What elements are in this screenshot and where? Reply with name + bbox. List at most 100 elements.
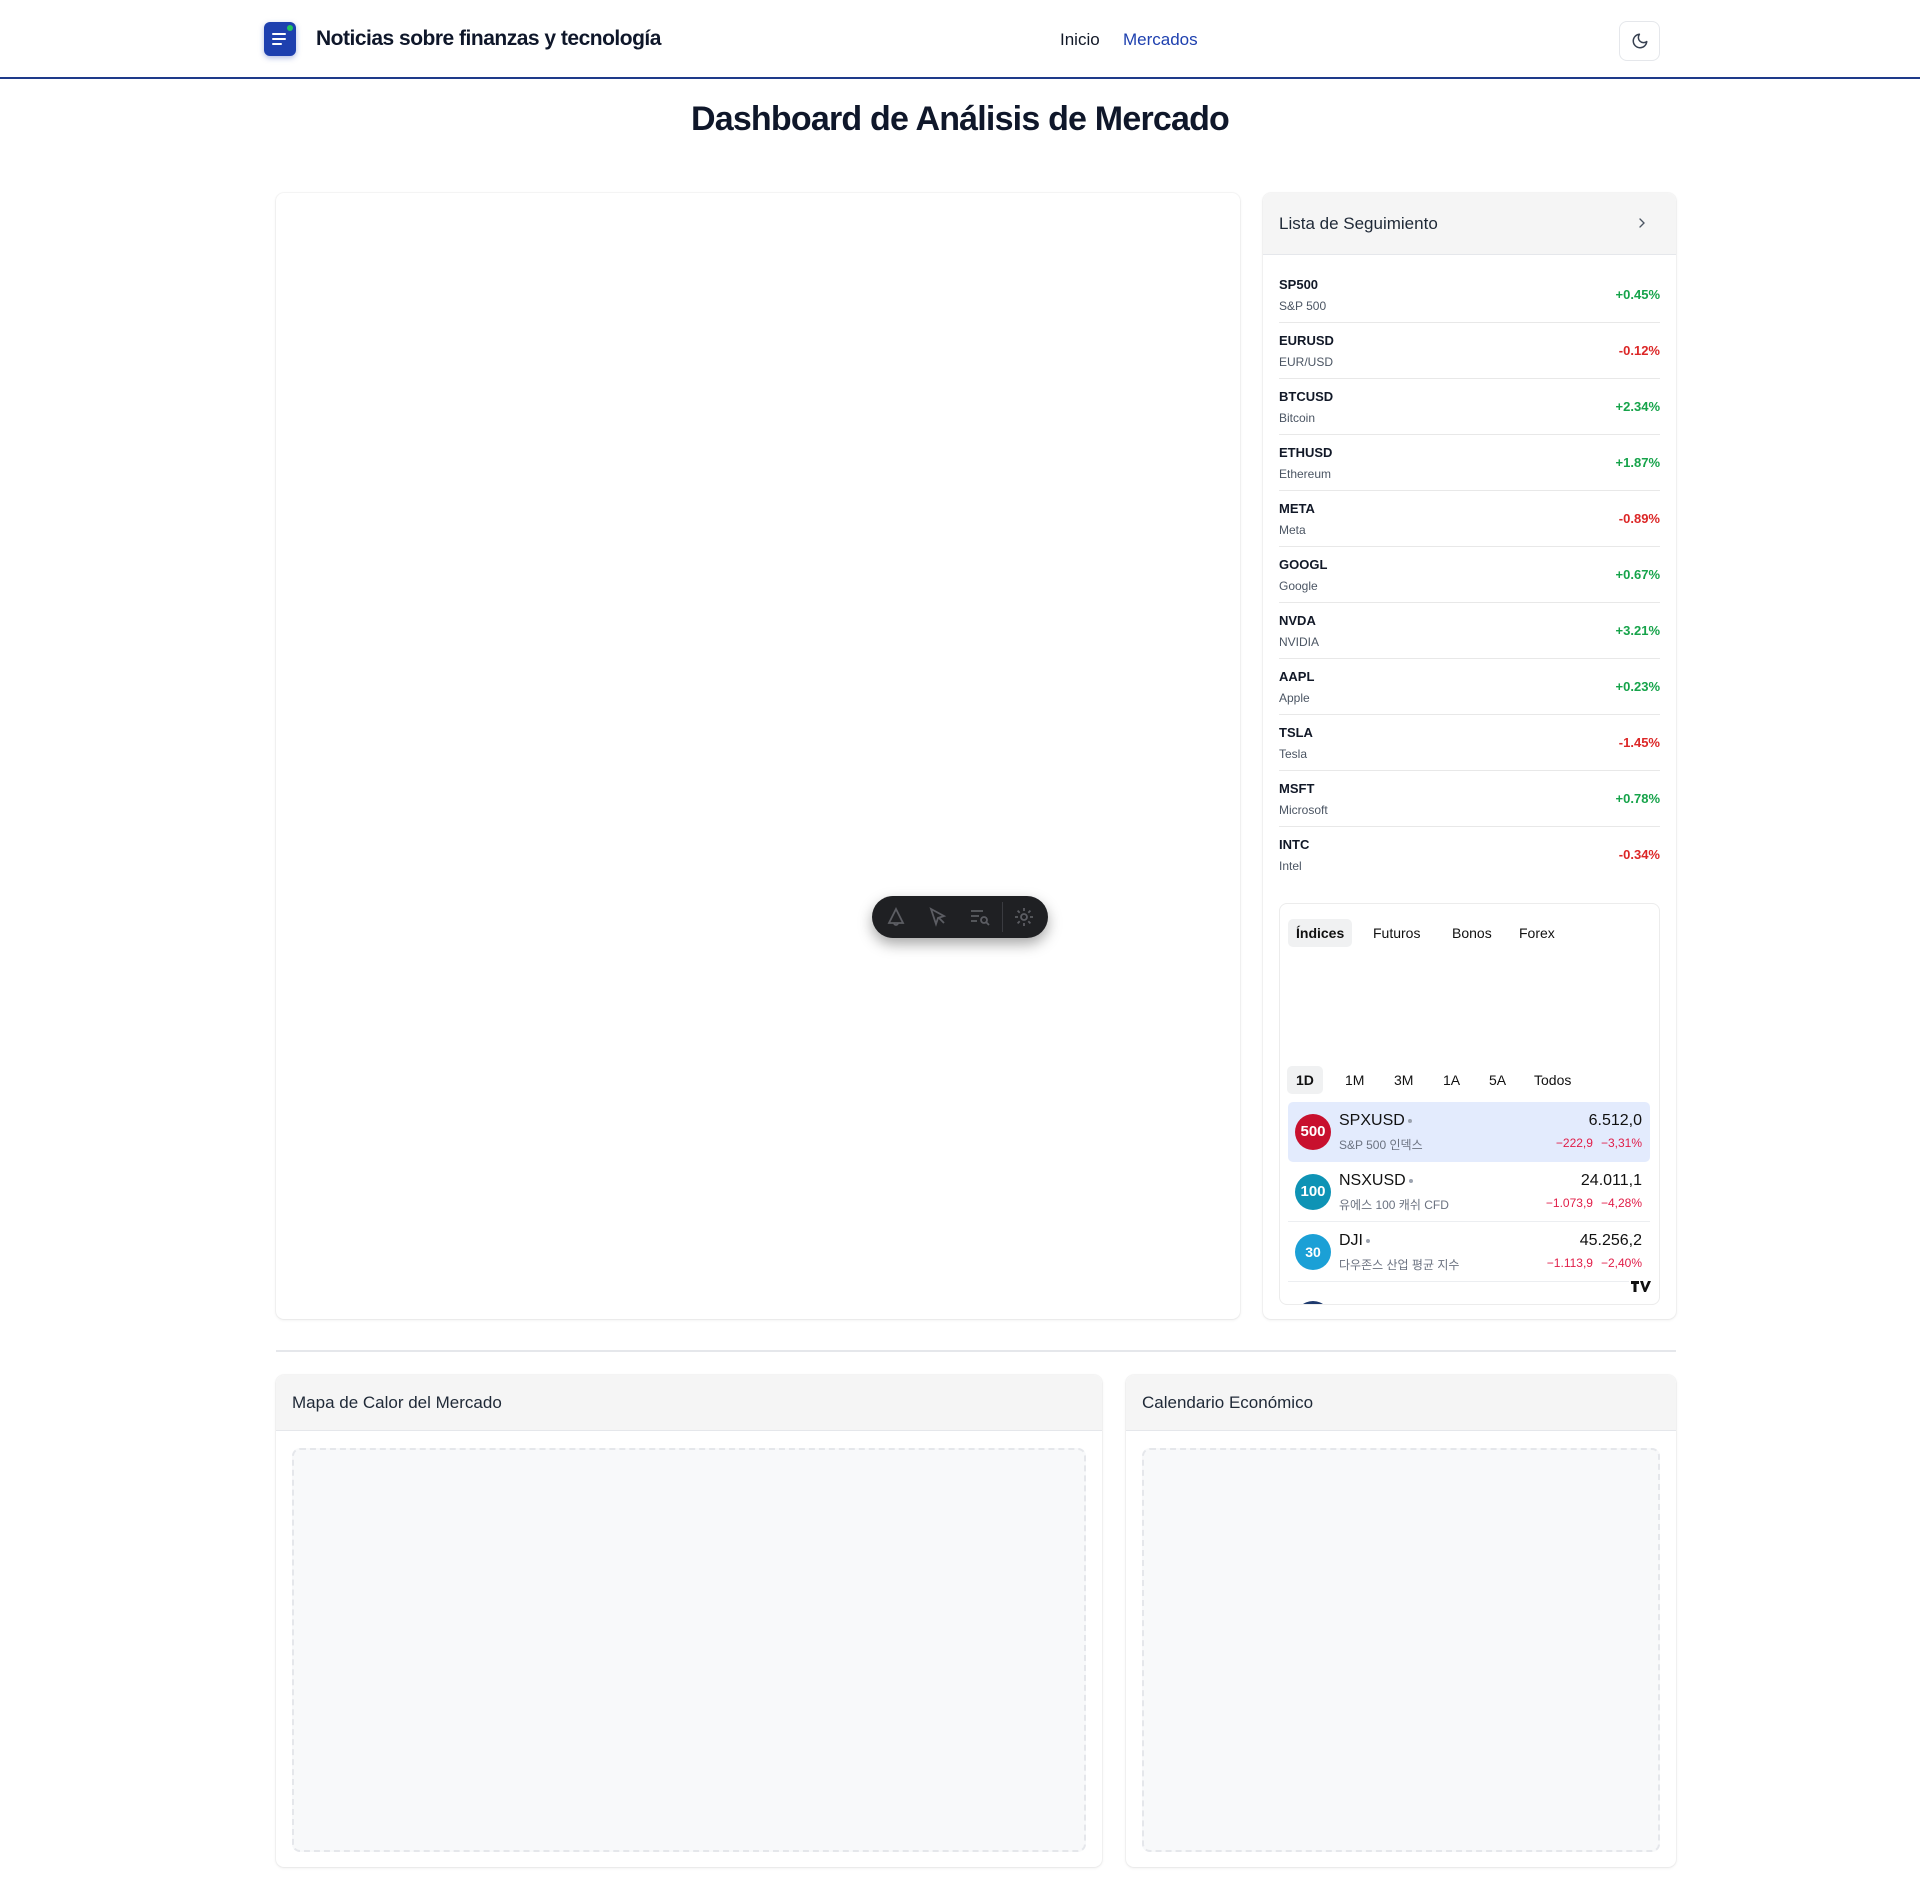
watchlist-row[interactable]: META Meta -0.89% bbox=[1279, 491, 1660, 547]
quote-symbol: DJI bbox=[1339, 1232, 1370, 1250]
quote-symbol: SPXUSD bbox=[1339, 1112, 1412, 1130]
quote-badge: 30 bbox=[1295, 1234, 1331, 1270]
watchlist-header[interactable]: Lista de Seguimiento bbox=[1263, 193, 1676, 255]
tradingview-logo-icon[interactable] bbox=[1629, 1278, 1653, 1294]
nav-link-inicio[interactable]: Inicio bbox=[1060, 30, 1100, 50]
watchlist-change: -1.45% bbox=[1618, 735, 1660, 750]
tab-bonos[interactable]: Bonos bbox=[1444, 919, 1500, 947]
range-todos[interactable]: Todos bbox=[1525, 1066, 1580, 1094]
top-navbar: Noticias sobre finanzas y tecnología Ini… bbox=[0, 0, 1920, 79]
watchlist-card: Lista de Seguimiento SP500 S&P 500 +0.45% E… bbox=[1263, 193, 1676, 1319]
watchlist-name: Bitcoin bbox=[1279, 411, 1316, 425]
watchlist-change: +2.34% bbox=[1615, 399, 1660, 414]
tab-futuros[interactable]: Futuros bbox=[1365, 919, 1428, 947]
quote-change: −1.113,9 −2,40% bbox=[1546, 1256, 1642, 1270]
chevron-right-icon[interactable] bbox=[1634, 215, 1650, 231]
watchlist-symbol: GOOGL bbox=[1279, 557, 1328, 572]
watchlist-symbol: SP500 bbox=[1279, 277, 1319, 292]
cursor-icon[interactable] bbox=[926, 905, 950, 929]
range-3m[interactable]: 3M bbox=[1385, 1066, 1422, 1094]
watchlist-name: Tesla bbox=[1279, 747, 1308, 761]
watchlist-name: S&P 500 bbox=[1279, 299, 1327, 313]
market-overview-widget: Índices Futuros Bonos Forex 1D 1M 3M 1A … bbox=[1279, 903, 1660, 1305]
object-tree-icon[interactable] bbox=[968, 905, 992, 929]
quote-description: 유에스 100 캐쉬 CFD bbox=[1339, 1198, 1449, 1212]
watchlist-symbol: BTCUSD bbox=[1279, 389, 1334, 404]
range-1d[interactable]: 1D bbox=[1287, 1066, 1323, 1094]
status-dot-icon bbox=[1407, 1119, 1412, 1123]
watchlist-row[interactable]: TSLA Tesla -1.45% bbox=[1279, 715, 1660, 771]
watchlist-symbol: AAPL bbox=[1279, 669, 1315, 684]
watchlist-change: +0.45% bbox=[1615, 287, 1660, 302]
range-1a[interactable]: 1A bbox=[1434, 1066, 1469, 1094]
quote-row-spxusd[interactable]: 500 SPXUSD S&P 500 인덱스 6.512,0 −222,9 −3,31% bbox=[1288, 1102, 1650, 1162]
quote-row-dji[interactable]: 30 DJI 다우존스 산업 평균 지수 45.256,2 −1.113,9 −2,40% bbox=[1288, 1222, 1650, 1282]
watchlist-row[interactable]: INTC Intel -0.34% bbox=[1279, 827, 1660, 883]
watchlist-change: +0.67% bbox=[1615, 567, 1660, 582]
watchlist-change: -0.34% bbox=[1618, 847, 1660, 862]
quote-badge bbox=[1295, 1301, 1331, 1304]
watchlist-row[interactable]: NVDA NVIDIA +3.21% bbox=[1279, 603, 1660, 659]
watchlist-name: Intel bbox=[1279, 859, 1302, 873]
quote-row-nsxusd[interactable]: 100 NSXUSD 유에스 100 캐쉬 CFD 24.011,1 −1.073,9−… bbox=[1288, 1162, 1650, 1222]
watchlist-title: Lista de Seguimiento bbox=[1279, 214, 1438, 233]
heatmap-placeholder bbox=[292, 1448, 1086, 1852]
advanced-chart-widget[interactable] bbox=[276, 193, 1240, 1319]
heatmap-card: Mapa de Calor del Mercado bbox=[276, 1375, 1102, 1867]
watchlist-row[interactable]: AAPL Apple +0.23% bbox=[1279, 659, 1660, 715]
watchlist-symbol: TSLA bbox=[1279, 725, 1313, 740]
watchlist-name: EUR/USD bbox=[1279, 355, 1334, 369]
quote-price: 6.512,0 bbox=[1588, 1112, 1642, 1129]
watchlist-change: -0.89% bbox=[1618, 511, 1660, 526]
page-title: Dashboard de Análisis de Mercado bbox=[690, 100, 1230, 138]
watchlist-symbol: META bbox=[1279, 501, 1315, 516]
theme-toggle-button[interactable] bbox=[1619, 21, 1660, 61]
watchlist-symbol: EURUSD bbox=[1279, 333, 1334, 348]
watchlist-change: -0.12% bbox=[1618, 343, 1660, 358]
watchlist-name: Google bbox=[1279, 579, 1318, 593]
calendar-header: Calendario Económico bbox=[1126, 1375, 1676, 1431]
quote-description: S&P 500 인덱스 bbox=[1339, 1138, 1423, 1152]
watchlist-symbol: INTC bbox=[1279, 837, 1310, 852]
watchlist-row[interactable]: SP500 S&P 500 +0.45% bbox=[1279, 267, 1660, 323]
watchlist-change: +1.87% bbox=[1615, 455, 1660, 470]
news-icon[interactable] bbox=[264, 22, 296, 56]
quote-price: 24.011,1 bbox=[1580, 1172, 1642, 1189]
watchlist-row[interactable]: ETHUSD Ethereum +1.87% bbox=[1279, 435, 1660, 491]
watchlist-name: Meta bbox=[1279, 523, 1306, 537]
tab-indices[interactable]: Índices bbox=[1288, 919, 1353, 947]
watchlist-symbol: NVDA bbox=[1279, 613, 1316, 628]
heatmap-title: Mapa de Calor del Mercado bbox=[292, 1393, 502, 1412]
status-dot-icon bbox=[1408, 1179, 1413, 1183]
nav-link-mercados[interactable]: Mercados bbox=[1123, 30, 1198, 50]
range-1m[interactable]: 1M bbox=[1336, 1066, 1373, 1094]
heatmap-header: Mapa de Calor del Mercado bbox=[276, 1375, 1102, 1431]
quote-description: 다우존스 산업 평균 지수 bbox=[1339, 1258, 1460, 1272]
quote-change: −222,9 −3,31% bbox=[1555, 1136, 1642, 1150]
watchlist-symbol: ETHUSD bbox=[1279, 445, 1333, 460]
watchlist-name: Microsoft bbox=[1279, 803, 1328, 817]
quote-row-partial[interactable] bbox=[1288, 1290, 1650, 1304]
calendar-title: Calendario Económico bbox=[1142, 1393, 1314, 1412]
chart-floating-toolbar bbox=[872, 896, 1048, 938]
watchlist-change: +0.23% bbox=[1615, 679, 1660, 694]
watchlist-row[interactable]: BTCUSD Bitcoin +2.34% bbox=[1279, 379, 1660, 435]
range-5a[interactable]: 5A bbox=[1480, 1066, 1515, 1094]
site-title[interactable]: Noticias sobre finanzas y tecnología bbox=[316, 27, 661, 51]
tab-forex[interactable]: Forex bbox=[1511, 919, 1563, 947]
watchlist-row[interactable]: GOOGL Google +0.67% bbox=[1279, 547, 1660, 603]
watchlist-symbol: MSFT bbox=[1279, 781, 1315, 796]
quote-change: −1.073,9 −4,28% bbox=[1545, 1196, 1642, 1210]
quote-price: 45.256,2 bbox=[1579, 1232, 1642, 1249]
quote-symbol: NSXUSD bbox=[1339, 1172, 1413, 1190]
watchlist-row[interactable]: MSFT Microsoft +0.78% bbox=[1279, 771, 1660, 827]
quote-badge: 500 bbox=[1295, 1114, 1331, 1150]
quote-badge: 100 bbox=[1295, 1174, 1331, 1210]
alert-icon[interactable] bbox=[884, 905, 908, 929]
economic-calendar-card: Calendario Económico bbox=[1126, 1375, 1676, 1867]
watchlist-name: NVIDIA bbox=[1279, 635, 1320, 649]
watchlist-row[interactable]: EURUSD EUR/USD -0.12% bbox=[1279, 323, 1660, 379]
watchlist-change: +0.78% bbox=[1615, 791, 1660, 806]
settings-icon[interactable] bbox=[1012, 905, 1036, 929]
moon-icon bbox=[1632, 33, 1648, 49]
